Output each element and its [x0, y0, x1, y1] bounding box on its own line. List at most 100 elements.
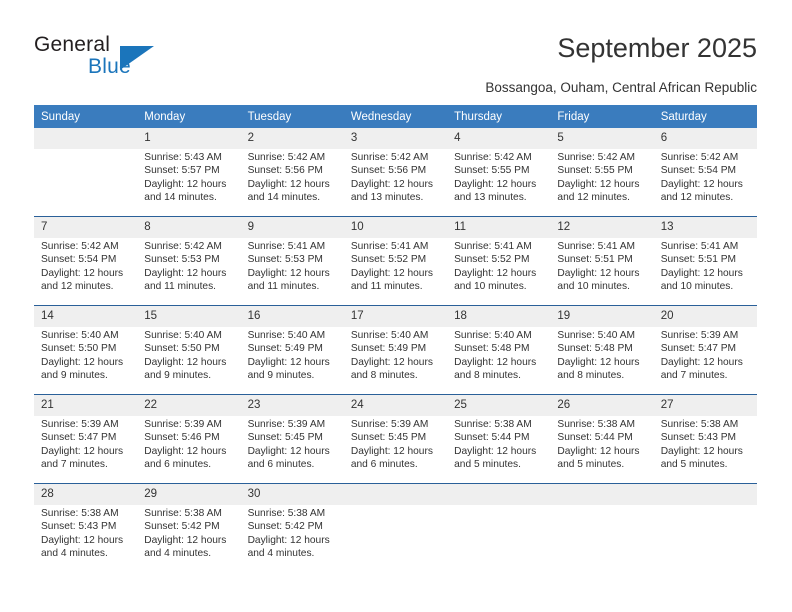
daylight-text: Daylight: 12 hours and 13 minutes. — [350, 178, 433, 204]
page-header: General Blue September 2025 Bossangoa, O… — [0, 0, 792, 100]
calendar-grid: Sunday Monday Tuesday Wednesday Thursday… — [34, 105, 757, 571]
sunset-text: Sunset: 5:49 PM — [350, 343, 427, 355]
day-cell-info — [343, 505, 448, 571]
day-cell-date[interactable] — [343, 484, 448, 505]
day-cell-info: Sunrise: 5:43 AM Sunset: 5:57 PM Dayligh… — [137, 149, 241, 215]
week-3-date-row: 14 15 16 17 18 19 20 — [34, 306, 757, 327]
day-cell-info: Sunrise: 5:39 AM Sunset: 5:45 PM Dayligh… — [240, 416, 344, 482]
daylight-text: Daylight: 12 hours and 11 minutes. — [144, 267, 227, 293]
daylight-text: Daylight: 12 hours and 9 minutes. — [144, 356, 227, 382]
day-cell-date[interactable]: 22 — [137, 395, 241, 416]
day-cell-date[interactable]: 11 — [447, 217, 551, 238]
day-cell-date[interactable]: 7 — [34, 217, 138, 238]
day-cell-date[interactable]: 10 — [343, 217, 448, 238]
day-cell-date[interactable] — [550, 484, 654, 505]
day-cell-info: Sunrise: 5:41 AM Sunset: 5:52 PM Dayligh… — [447, 238, 551, 304]
weekday-header-tuesday: Tuesday — [240, 105, 344, 128]
day-cell-info: Sunrise: 5:41 AM Sunset: 5:51 PM Dayligh… — [550, 238, 654, 304]
sunrise-text: Sunrise: 5:40 AM — [144, 330, 222, 341]
day-cell-date[interactable]: 23 — [240, 395, 344, 416]
day-cell-info: Sunrise: 5:38 AM Sunset: 5:44 PM Dayligh… — [447, 416, 551, 482]
day-cell-date[interactable]: 24 — [343, 395, 448, 416]
sunrise-text: Sunrise: 5:42 AM — [660, 152, 739, 163]
day-cell-date[interactable]: 21 — [34, 395, 138, 416]
day-cell-info: Sunrise: 5:40 AM Sunset: 5:49 PM Dayligh… — [240, 327, 344, 393]
daylight-text: Daylight: 12 hours and 6 minutes. — [144, 445, 227, 471]
sunset-text: Sunset: 5:54 PM — [41, 254, 117, 266]
sunrise-text: Sunrise: 5:40 AM — [350, 330, 429, 341]
day-cell-date[interactable]: 20 — [653, 306, 757, 327]
day-cell-date[interactable]: 27 — [653, 395, 757, 416]
sunset-text: Sunset: 5:56 PM — [247, 165, 323, 177]
sunrise-text: Sunrise: 5:42 AM — [350, 152, 429, 163]
week-2-info-row: Sunrise: 5:42 AM Sunset: 5:54 PM Dayligh… — [34, 238, 757, 304]
day-cell-date[interactable]: 17 — [343, 306, 448, 327]
calendar-body: 1 2 3 4 5 6 Sunrise: 5:43 AM Sunset: 5:5… — [34, 128, 757, 571]
daylight-text: Daylight: 12 hours and 8 minutes. — [454, 356, 537, 382]
sunrise-text: Sunrise: 5:42 AM — [557, 152, 635, 163]
sunset-text: Sunset: 5:44 PM — [557, 432, 633, 444]
day-cell-date[interactable]: 2 — [240, 128, 344, 149]
day-cell-date[interactable]: 1 — [137, 128, 241, 149]
day-cell-date[interactable]: 18 — [447, 306, 551, 327]
sunrise-text: Sunrise: 5:42 AM — [144, 241, 222, 252]
day-cell-date[interactable]: 14 — [34, 306, 138, 327]
sunrise-text: Sunrise: 5:38 AM — [660, 419, 739, 430]
sunset-text: Sunset: 5:54 PM — [660, 165, 737, 177]
daylight-text: Daylight: 12 hours and 7 minutes. — [41, 445, 124, 471]
sunrise-text: Sunrise: 5:41 AM — [557, 241, 635, 252]
day-cell-date[interactable]: 3 — [343, 128, 448, 149]
day-cell-date[interactable]: 12 — [550, 217, 654, 238]
day-cell-date[interactable]: 29 — [137, 484, 241, 505]
day-cell-date[interactable]: 25 — [447, 395, 551, 416]
day-cell-date[interactable]: 8 — [137, 217, 241, 238]
day-cell-info: Sunrise: 5:42 AM Sunset: 5:55 PM Dayligh… — [550, 149, 654, 215]
sunset-text: Sunset: 5:56 PM — [350, 165, 427, 177]
day-cell-info — [550, 505, 654, 571]
sunset-text: Sunset: 5:52 PM — [350, 254, 427, 266]
daylight-text: Daylight: 12 hours and 5 minutes. — [557, 445, 640, 471]
day-cell-info: Sunrise: 5:42 AM Sunset: 5:56 PM Dayligh… — [343, 149, 448, 215]
day-cell-info: Sunrise: 5:42 AM Sunset: 5:54 PM Dayligh… — [34, 238, 138, 304]
sunrise-text: Sunrise: 5:38 AM — [247, 508, 326, 519]
day-cell-date[interactable] — [447, 484, 551, 505]
sunrise-text: Sunrise: 5:40 AM — [557, 330, 635, 341]
sunset-text: Sunset: 5:51 PM — [557, 254, 633, 266]
sunset-text: Sunset: 5:52 PM — [454, 254, 530, 266]
day-cell-date[interactable] — [34, 128, 138, 149]
sunrise-text: Sunrise: 5:39 AM — [41, 419, 119, 430]
day-cell-date[interactable]: 15 — [137, 306, 241, 327]
sunset-text: Sunset: 5:44 PM — [454, 432, 530, 444]
day-cell-info: Sunrise: 5:38 AM Sunset: 5:43 PM Dayligh… — [653, 416, 757, 482]
week-3-info-row: Sunrise: 5:40 AM Sunset: 5:50 PM Dayligh… — [34, 327, 757, 393]
day-cell-date[interactable]: 6 — [653, 128, 757, 149]
weekday-header-saturday: Saturday — [653, 105, 757, 128]
daylight-text: Daylight: 12 hours and 7 minutes. — [660, 356, 743, 382]
day-cell-info: Sunrise: 5:40 AM Sunset: 5:50 PM Dayligh… — [137, 327, 241, 393]
day-cell-info: Sunrise: 5:38 AM Sunset: 5:43 PM Dayligh… — [34, 505, 138, 571]
daylight-text: Daylight: 12 hours and 6 minutes. — [350, 445, 433, 471]
day-cell-info: Sunrise: 5:42 AM Sunset: 5:53 PM Dayligh… — [137, 238, 241, 304]
sunset-text: Sunset: 5:49 PM — [247, 343, 323, 355]
daylight-text: Daylight: 12 hours and 9 minutes. — [247, 356, 330, 382]
day-cell-date[interactable] — [653, 484, 757, 505]
day-cell-date[interactable]: 4 — [447, 128, 551, 149]
logo-text-general: General — [34, 33, 111, 56]
day-cell-date[interactable]: 16 — [240, 306, 344, 327]
day-cell-date[interactable]: 30 — [240, 484, 344, 505]
sunset-text: Sunset: 5:43 PM — [41, 521, 117, 533]
weekday-header-monday: Monday — [137, 105, 241, 128]
sunrise-text: Sunrise: 5:40 AM — [41, 330, 119, 341]
day-cell-date[interactable]: 13 — [653, 217, 757, 238]
weekday-header-sunday: Sunday — [34, 105, 138, 128]
sunset-text: Sunset: 5:48 PM — [557, 343, 633, 355]
day-cell-date[interactable]: 5 — [550, 128, 654, 149]
sunset-text: Sunset: 5:47 PM — [660, 343, 737, 355]
day-cell-date[interactable]: 9 — [240, 217, 344, 238]
day-cell-date[interactable]: 28 — [34, 484, 138, 505]
day-cell-info: Sunrise: 5:38 AM Sunset: 5:44 PM Dayligh… — [550, 416, 654, 482]
day-cell-info: Sunrise: 5:41 AM Sunset: 5:52 PM Dayligh… — [343, 238, 448, 304]
day-cell-date[interactable]: 19 — [550, 306, 654, 327]
day-cell-date[interactable]: 26 — [550, 395, 654, 416]
weekday-header-friday: Friday — [550, 105, 654, 128]
